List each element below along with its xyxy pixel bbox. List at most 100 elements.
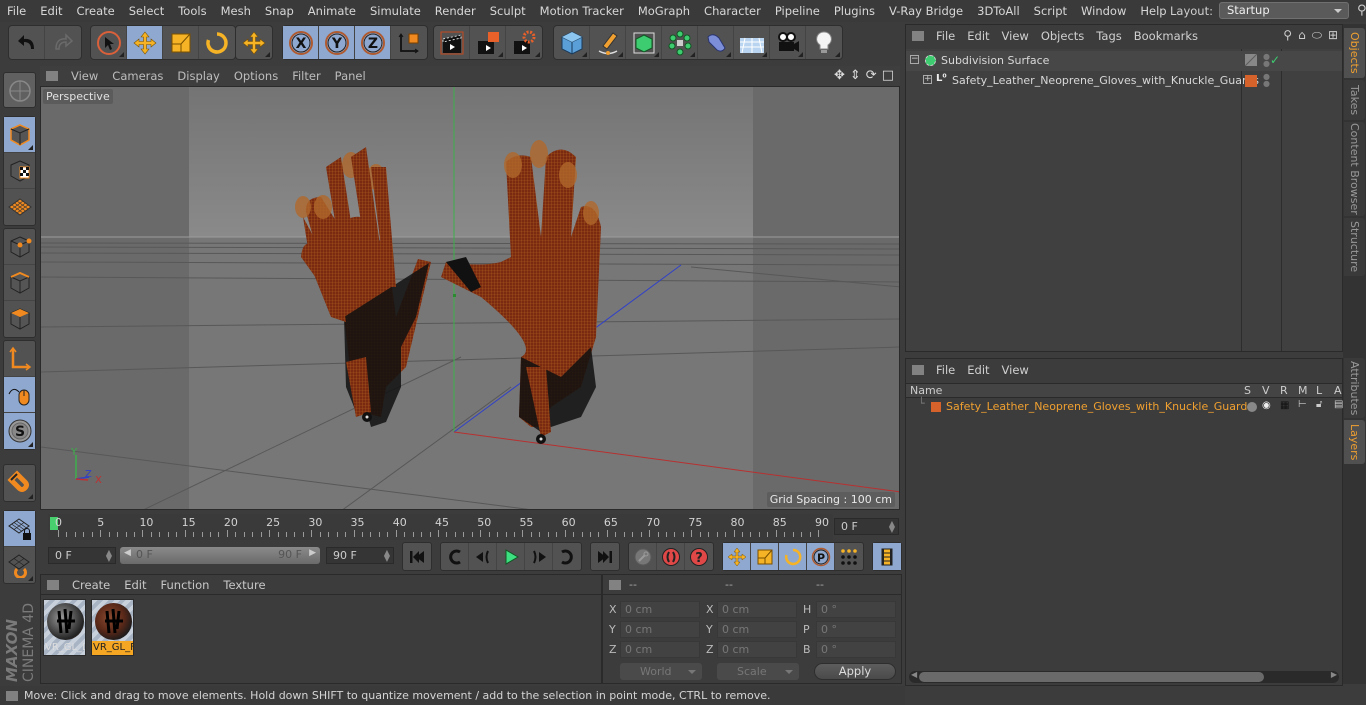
viewport-menu-panel[interactable]: Panel [328,69,373,83]
menu-3dtoall[interactable]: 3DToAll [970,4,1027,18]
range-right-arrow-icon[interactable]: ▶ [309,548,316,558]
workplane-snap-button[interactable] [4,547,35,583]
polygons-mode-button[interactable] [4,301,35,337]
panel-grip[interactable] [912,31,924,41]
render-view-button[interactable] [434,26,470,59]
points-mode-button[interactable] [4,229,35,265]
position-z-field[interactable]: 0 cm [620,641,700,658]
menu-script[interactable]: Script [1027,4,1074,18]
spinner-arrows-icon[interactable]: ▲ ▼ [384,549,390,563]
play-button[interactable] [497,543,525,570]
menu-select[interactable]: Select [122,4,171,18]
panel-grip[interactable] [912,365,924,375]
column-render[interactable]: R [1280,384,1288,397]
menu-pipeline[interactable]: Pipeline [768,4,827,18]
material-swatch-selected[interactable]: VR_GL_F [91,599,134,656]
add-light-button[interactable] [806,26,842,59]
menu-motion-tracker[interactable]: Motion Tracker [533,4,631,18]
panel-grip[interactable] [46,71,58,81]
animation-icon[interactable]: ▤ [1334,399,1343,410]
panel-grip[interactable] [47,579,59,590]
orbit-icon[interactable]: ⟳ [866,68,877,83]
add-cube-button[interactable] [554,26,590,59]
scroll-right-icon[interactable]: ▶ [1331,670,1337,679]
add-floor-button[interactable] [734,26,770,59]
coordinate-system-button[interactable] [391,26,427,59]
menu-file[interactable]: File [0,4,33,18]
position-key-button[interactable] [723,543,751,570]
column-manager[interactable]: M [1298,384,1308,397]
rotation-key-button[interactable] [779,543,807,570]
y-axis-lock-button[interactable]: Y [319,26,355,59]
visibility-dots-icon[interactable]: ● ● [1263,53,1270,68]
scrollbar-thumb[interactable] [919,672,1264,682]
workplane-mode-button[interactable] [4,189,35,225]
menu-tools[interactable]: Tools [171,4,213,18]
lock-workplane-button[interactable] [4,511,35,547]
viewport-menu-filter[interactable]: Filter [285,69,327,83]
axis-mode-button[interactable] [4,341,35,377]
lock-icon[interactable]: 🔓︎ [1316,399,1322,410]
position-x-field[interactable]: 0 cm [620,601,700,618]
scroll-left-icon[interactable]: ◀ [911,670,917,679]
column-name[interactable]: Name [910,384,942,397]
preview-range-slider[interactable]: ◀ 0 F 90 F ▶ [120,547,320,564]
visibility-dots-icon[interactable]: ● ● [1263,73,1270,88]
frame-ruler[interactable]: 0 5 10 15 20 25 30 35 40 45 50 55 60 65 70 75 80 85 90 [48,514,833,540]
search-icon[interactable]: ⚲ [1283,28,1292,43]
layer-color-icon[interactable] [1245,75,1257,87]
menu-create[interactable]: Create [70,4,122,18]
add-subdivision-button[interactable] [626,26,662,59]
viewport-menu-cameras[interactable]: Cameras [105,69,170,83]
expand-toggle-icon[interactable]: + [923,75,932,84]
layer-menu-view[interactable]: View [996,363,1035,377]
add-camera-button[interactable] [770,26,806,59]
keyframe-selection-button[interactable]: ? [685,543,713,570]
undo-button[interactable] [9,26,45,59]
model-mode-button[interactable] [4,117,35,153]
apply-button[interactable]: Apply [814,663,896,680]
point-level-key-button[interactable] [835,543,863,570]
add-deformer-button[interactable] [698,26,734,59]
object-menu-bookmarks[interactable]: Bookmarks [1128,29,1204,43]
tab-content-browser[interactable]: Content Browser [1344,122,1365,216]
x-axis-lock-button[interactable]: X [283,26,319,59]
layer-menu-edit[interactable]: Edit [961,363,995,377]
next-key-button[interactable] [553,543,581,570]
menu-mesh[interactable]: Mesh [214,4,258,18]
menu-vray-bridge[interactable]: V-Ray Bridge [882,4,970,18]
eye-icon[interactable]: ◉ [1262,400,1271,411]
render-picture-viewer-button[interactable] [470,26,506,59]
position-y-field[interactable]: 0 cm [620,621,700,638]
maximize-view-icon[interactable]: □ [882,68,894,83]
record-keys-button[interactable] [629,543,657,570]
object-menu-view[interactable]: View [996,29,1035,43]
edges-mode-button[interactable] [4,265,35,301]
size-y-field[interactable]: 0 cm [717,621,797,638]
menu-character[interactable]: Character [697,4,768,18]
menu-edit[interactable]: Edit [33,4,69,18]
texture-mode-button[interactable] [4,153,35,189]
range-left-arrow-icon[interactable]: ◀ [124,548,131,558]
object-menu-file[interactable]: File [930,29,961,43]
layout-dropdown[interactable]: Startup [1218,2,1349,19]
rotation-h-field[interactable]: 0 ° [816,601,896,618]
object-menu-objects[interactable]: Objects [1035,29,1090,43]
scale-tool-button[interactable] [163,26,199,59]
material-menu-texture[interactable]: Texture [216,578,272,592]
viewport-menu-view[interactable]: View [64,69,105,83]
live-selection-button[interactable] [91,26,127,59]
enabled-check-icon[interactable]: ✓ [1270,53,1280,67]
tab-attributes[interactable]: Attributes [1344,358,1365,418]
size-z-field[interactable]: 0 cm [717,641,797,658]
rotation-p-field[interactable]: 0 ° [816,621,896,638]
rotation-b-field[interactable]: 0 ° [816,641,896,658]
3d-viewport[interactable]: Y Z X Perspective Grid Spacing : 100 cm [40,86,900,510]
next-frame-button[interactable] [525,543,553,570]
menu-snap[interactable]: Snap [258,4,301,18]
object-row[interactable]: + L⁰ Safety_Leather_Neoprene_Gloves_with… [906,71,1342,91]
start-frame-field[interactable]: 0 F ▲ ▼ [48,547,116,564]
menu-animate[interactable]: Animate [301,4,363,18]
dolly-icon[interactable]: ⇕ [850,68,861,83]
snap-button[interactable] [4,465,35,501]
